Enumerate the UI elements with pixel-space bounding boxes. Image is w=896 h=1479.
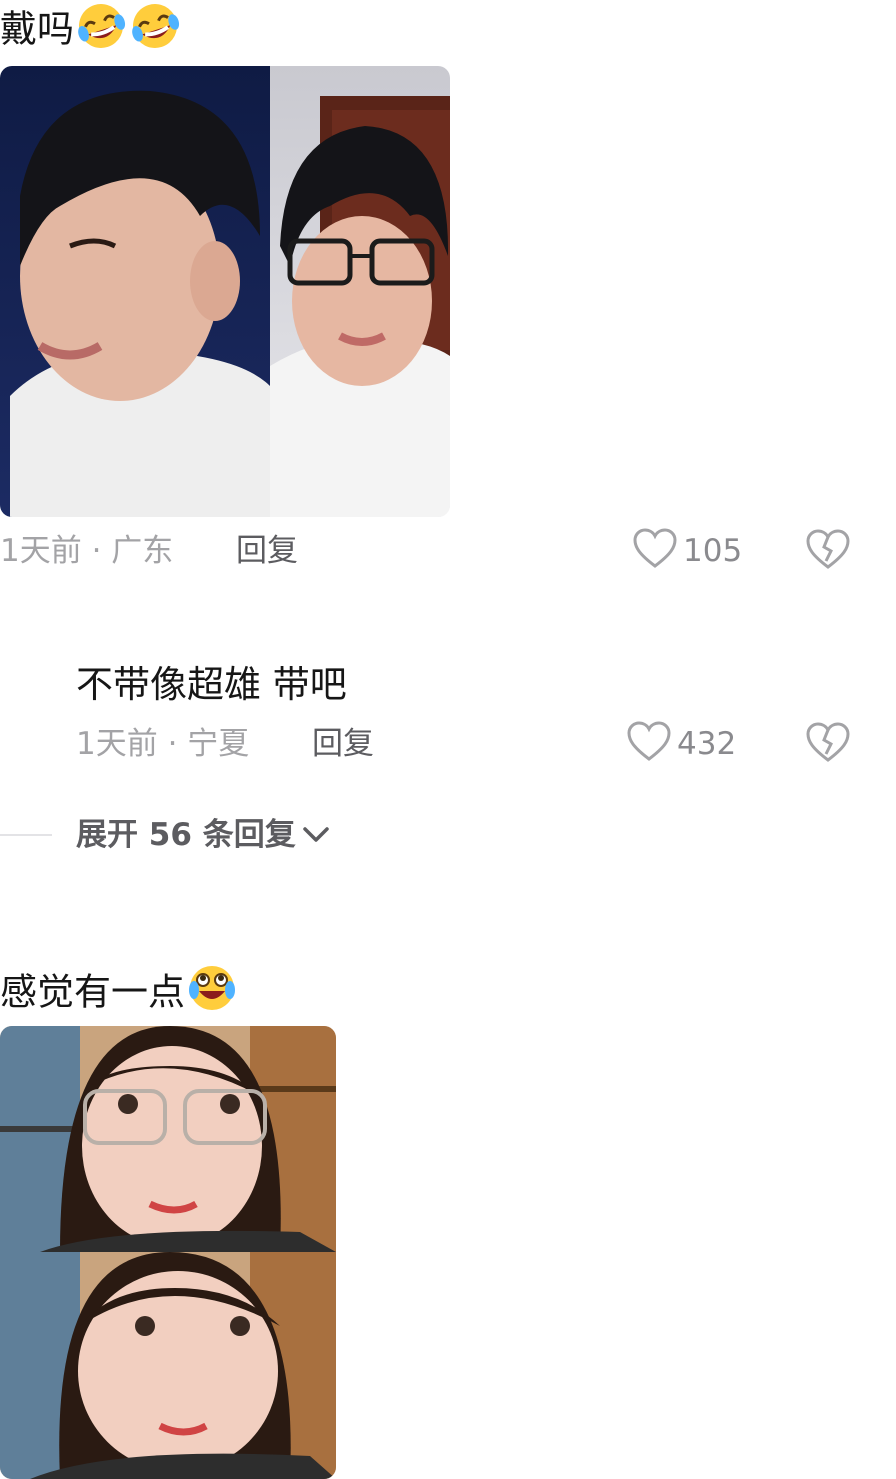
heart-icon <box>633 528 677 574</box>
laugh-cry-emoji <box>185 963 239 1025</box>
chevron-down-icon <box>302 815 330 855</box>
portrait-photo <box>0 66 450 517</box>
dislike-button[interactable] <box>806 529 850 575</box>
rofl-emoji <box>74 0 128 62</box>
comment-body: 感觉有一点 <box>0 970 185 1014</box>
comment-meta: 1天前 · 广东 <box>0 533 174 569</box>
comment-image[interactable] <box>0 1026 336 1479</box>
like-button[interactable]: 432 <box>627 721 736 767</box>
comment-image[interactable] <box>0 66 450 517</box>
broken-heart-icon <box>806 529 850 575</box>
comment-text: 感觉有一点 <box>0 963 239 1025</box>
like-count: 105 <box>683 533 743 569</box>
like-count: 432 <box>677 726 737 762</box>
reply-button[interactable]: 回复 <box>312 724 374 764</box>
rofl-emoji <box>128 0 182 62</box>
heart-icon <box>627 721 671 767</box>
expand-replies-button[interactable]: 展开 56 条回复 <box>76 815 330 855</box>
dislike-button[interactable] <box>806 722 850 768</box>
expand-label: 展开 56 条回复 <box>76 817 296 853</box>
reply-button[interactable]: 回复 <box>236 531 298 571</box>
reply-text: 不带像超雄 带吧 <box>76 663 347 706</box>
comment-text: 戴吗 <box>0 0 182 62</box>
like-button[interactable]: 105 <box>633 528 742 574</box>
broken-heart-icon <box>806 722 850 768</box>
comment-body: 戴吗 <box>0 7 74 51</box>
selfie-photo <box>0 1026 336 1479</box>
divider <box>0 834 52 836</box>
reply-meta: 1天前 · 宁夏 <box>76 726 250 762</box>
